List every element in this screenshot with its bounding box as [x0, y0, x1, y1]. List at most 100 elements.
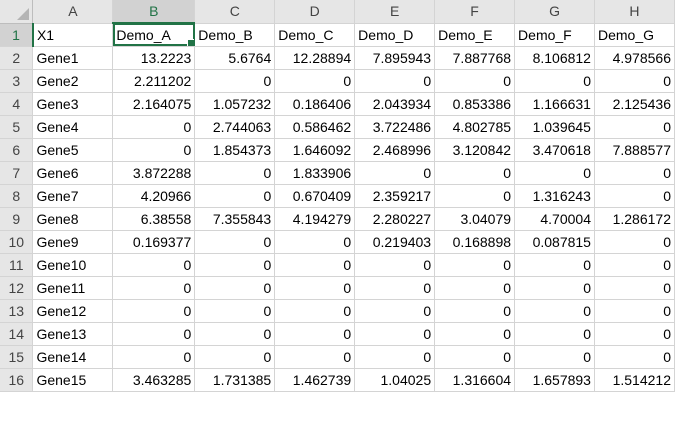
column-header-f[interactable]: F	[434, 0, 516, 24]
cell-a10[interactable]: Gene9	[32, 230, 114, 254]
cell-a2[interactable]: Gene1	[32, 46, 114, 70]
cell-g6[interactable]: 3.470618	[514, 138, 595, 162]
cell-g12[interactable]: 0	[514, 276, 595, 300]
cell-d10[interactable]: 0	[274, 230, 356, 254]
cell-f12[interactable]: 0	[434, 276, 516, 300]
column-header-a[interactable]: A	[32, 0, 114, 24]
cell-e3[interactable]: 0	[354, 69, 436, 93]
cell-b14[interactable]: 0	[112, 322, 196, 346]
cell-b6[interactable]: 0	[112, 138, 196, 162]
cell-c16[interactable]: 1.731385	[194, 368, 276, 392]
cell-b7[interactable]: 3.872288	[112, 161, 196, 185]
cell-f15[interactable]: 0	[434, 345, 516, 369]
row-header-6[interactable]: 6	[0, 138, 34, 162]
cell-b15[interactable]: 0	[112, 345, 196, 369]
row-header-3[interactable]: 3	[0, 69, 34, 93]
cell-a1[interactable]: X1	[32, 23, 114, 47]
cell-g16[interactable]: 1.657893	[514, 368, 595, 392]
cell-h12[interactable]: 0	[594, 276, 675, 300]
cell-e16[interactable]: 1.04025	[354, 368, 436, 392]
cell-f7[interactable]: 0	[434, 161, 516, 185]
cell-e1[interactable]: Demo_D	[354, 23, 436, 47]
cell-f8[interactable]: 0	[434, 184, 516, 208]
cell-g9[interactable]: 4.70004	[514, 207, 595, 231]
cell-h14[interactable]: 0	[594, 322, 675, 346]
cell-b16[interactable]: 3.463285	[112, 368, 196, 392]
cell-b10[interactable]: 0.169377	[112, 230, 196, 254]
cell-f5[interactable]: 4.802785	[434, 115, 516, 139]
column-header-d[interactable]: D	[274, 0, 356, 24]
cell-h11[interactable]: 0	[594, 253, 675, 277]
cell-b9[interactable]: 6.38558	[112, 207, 196, 231]
cell-f4[interactable]: 0.853386	[434, 92, 516, 116]
cell-d9[interactable]: 4.194279	[274, 207, 356, 231]
cell-e5[interactable]: 3.722486	[354, 115, 436, 139]
cell-f10[interactable]: 0.168898	[434, 230, 516, 254]
cell-g15[interactable]: 0	[514, 345, 595, 369]
cell-g1[interactable]: Demo_F	[514, 23, 595, 47]
cell-a9[interactable]: Gene8	[32, 207, 114, 231]
cell-d4[interactable]: 0.186406	[274, 92, 356, 116]
cell-a6[interactable]: Gene5	[32, 138, 114, 162]
cell-g5[interactable]: 1.039645	[514, 115, 595, 139]
cell-c3[interactable]: 0	[194, 69, 276, 93]
cell-e12[interactable]: 0	[354, 276, 436, 300]
cell-f6[interactable]: 3.120842	[434, 138, 516, 162]
row-header-2[interactable]: 2	[0, 46, 34, 70]
cell-c5[interactable]: 2.744063	[194, 115, 276, 139]
cell-h2[interactable]: 4.978566	[594, 46, 675, 70]
cell-e7[interactable]: 0	[354, 161, 436, 185]
cell-a8[interactable]: Gene7	[32, 184, 114, 208]
cell-b3[interactable]: 2.211202	[112, 69, 196, 93]
cell-b13[interactable]: 0	[112, 299, 196, 323]
row-header-8[interactable]: 8	[0, 184, 34, 208]
cell-c2[interactable]: 5.6764	[194, 46, 276, 70]
cell-a5[interactable]: Gene4	[32, 115, 114, 139]
cell-b12[interactable]: 0	[112, 276, 196, 300]
row-header-11[interactable]: 11	[0, 253, 34, 277]
cell-h16[interactable]: 1.514212	[594, 368, 675, 392]
row-header-9[interactable]: 9	[0, 207, 34, 231]
row-header-13[interactable]: 13	[0, 299, 34, 323]
cell-g11[interactable]: 0	[514, 253, 595, 277]
cell-e13[interactable]: 0	[354, 299, 436, 323]
cell-f2[interactable]: 7.887768	[434, 46, 516, 70]
cell-e15[interactable]: 0	[354, 345, 436, 369]
cell-e8[interactable]: 2.359217	[354, 184, 436, 208]
select-all-button[interactable]	[0, 0, 34, 24]
cell-a4[interactable]: Gene3	[32, 92, 114, 116]
cell-f13[interactable]: 0	[434, 299, 516, 323]
cell-f3[interactable]: 0	[434, 69, 516, 93]
cell-d12[interactable]: 0	[274, 276, 356, 300]
row-header-10[interactable]: 10	[0, 230, 34, 254]
cell-b4[interactable]: 2.164075	[112, 92, 196, 116]
cell-g7[interactable]: 0	[514, 161, 595, 185]
column-header-h[interactable]: H	[594, 0, 675, 24]
column-header-b[interactable]: B	[112, 0, 196, 24]
cell-c6[interactable]: 1.854373	[194, 138, 276, 162]
cell-b8[interactable]: 4.20966	[112, 184, 196, 208]
cell-d16[interactable]: 1.462739	[274, 368, 356, 392]
cell-d14[interactable]: 0	[274, 322, 356, 346]
cell-e6[interactable]: 2.468996	[354, 138, 436, 162]
cell-e9[interactable]: 2.280227	[354, 207, 436, 231]
row-header-14[interactable]: 14	[0, 322, 34, 346]
column-header-e[interactable]: E	[354, 0, 436, 24]
cell-c12[interactable]: 0	[194, 276, 276, 300]
cell-d8[interactable]: 0.670409	[274, 184, 356, 208]
cell-c4[interactable]: 1.057232	[194, 92, 276, 116]
cell-d15[interactable]: 0	[274, 345, 356, 369]
cell-h8[interactable]: 0	[594, 184, 675, 208]
row-header-1[interactable]: 1	[0, 23, 34, 47]
row-header-12[interactable]: 12	[0, 276, 34, 300]
cell-a14[interactable]: Gene13	[32, 322, 114, 346]
cell-d5[interactable]: 0.586462	[274, 115, 356, 139]
cell-c10[interactable]: 0	[194, 230, 276, 254]
row-header-4[interactable]: 4	[0, 92, 34, 116]
cell-g14[interactable]: 0	[514, 322, 595, 346]
cell-d11[interactable]: 0	[274, 253, 356, 277]
cell-h5[interactable]: 0	[594, 115, 675, 139]
cell-e4[interactable]: 2.043934	[354, 92, 436, 116]
cell-a13[interactable]: Gene12	[32, 299, 114, 323]
cell-c14[interactable]: 0	[194, 322, 276, 346]
